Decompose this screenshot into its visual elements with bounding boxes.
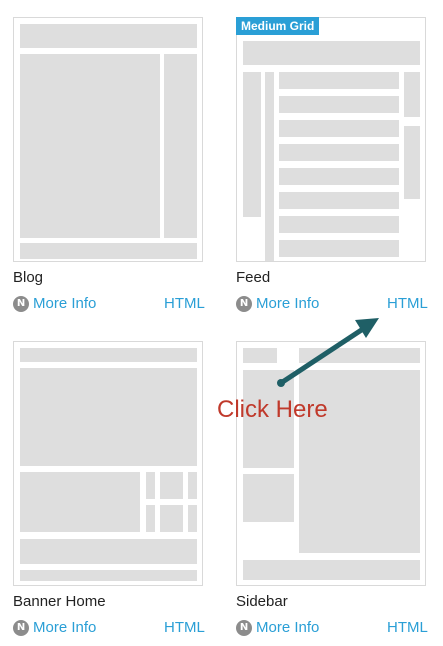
annotation-arrow-icon <box>277 318 379 387</box>
click-here-callout: Click Here <box>217 396 328 423</box>
